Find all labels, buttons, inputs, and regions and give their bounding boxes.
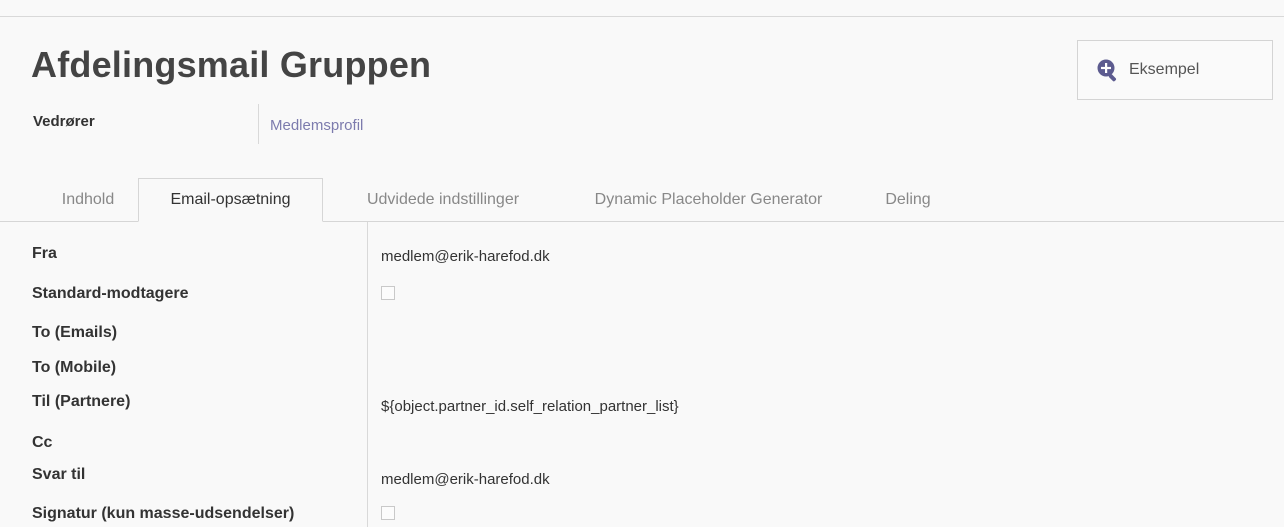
related-model-label: Vedrører — [33, 113, 95, 130]
tab-indhold[interactable]: Indhold — [38, 178, 138, 222]
field-label-standard-modtagere: Standard-modtagere — [32, 285, 189, 302]
field-label-fra: Fra — [32, 245, 57, 262]
field-label-to-mobile: To (Mobile) — [32, 359, 117, 376]
field-value-fra[interactable]: medlem@erik-harefod.dk — [381, 248, 550, 265]
preview-button-label: Eksempel — [1129, 61, 1200, 78]
tab-dynamic-placeholder-generator[interactable]: Dynamic Placeholder Generator — [556, 178, 861, 222]
top-divider — [0, 16, 1284, 17]
page-title: Afdelingsmail Gruppen — [31, 44, 432, 85]
field-value-til-partnere[interactable]: ${object.partner_id.self_relation_partne… — [381, 398, 679, 415]
field-value-svar-til[interactable]: medlem@erik-harefod.dk — [381, 471, 550, 488]
form-column-divider — [367, 222, 368, 527]
field-label-svar-til: Svar til — [32, 466, 86, 483]
tab-udvidede-indstillinger[interactable]: Udvidede indstillinger — [332, 178, 554, 222]
zoom-in-icon — [1097, 59, 1117, 82]
related-model-link[interactable]: Medlemsprofil — [270, 117, 363, 134]
field-label-to-emails: To (Emails) — [32, 324, 118, 341]
related-divider — [258, 104, 259, 144]
field-label-cc: Cc — [32, 434, 53, 451]
preview-button[interactable]: Eksempel — [1077, 40, 1273, 100]
tab-deling[interactable]: Deling — [872, 178, 944, 222]
field-label-til-partnere: Til (Partnere) — [32, 393, 131, 410]
signatur-checkbox[interactable] — [381, 506, 395, 520]
field-label-signatur: Signatur (kun masse-udsendelser) — [32, 505, 295, 522]
standard-modtagere-checkbox[interactable] — [381, 286, 395, 300]
tab-email-opsaetning[interactable]: Email-opsætning — [138, 178, 323, 222]
